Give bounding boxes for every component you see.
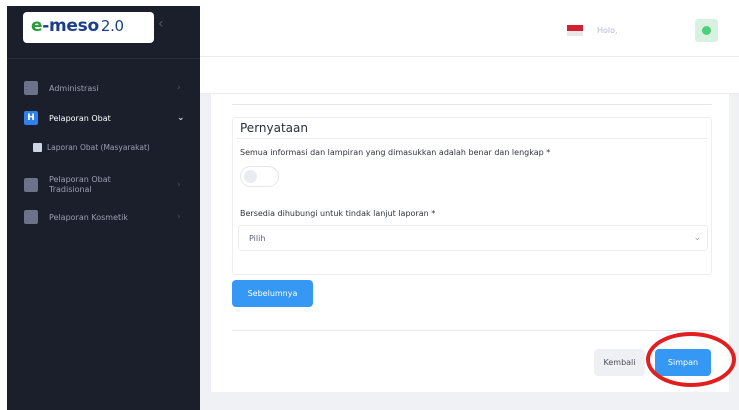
sidebar-item-label: Pelaporan Obat bbox=[49, 113, 111, 123]
chevron-right-icon: › bbox=[177, 180, 181, 190]
sidebar-item-label: Pelaporan Kosmetik bbox=[49, 212, 128, 222]
top-bar bbox=[200, 6, 739, 56]
indonesia-flag-icon[interactable] bbox=[567, 25, 583, 36]
logo-version: 2.0 bbox=[100, 17, 124, 35]
folder-icon bbox=[24, 81, 38, 95]
logo[interactable]: e-meso 2.0 bbox=[23, 12, 154, 43]
cosmetic-icon bbox=[24, 210, 38, 224]
sidebar-item-label-line1: Pelaporan Obat bbox=[49, 175, 111, 184]
sidebar-item-label: Administrasi bbox=[49, 83, 99, 93]
card-top-divider bbox=[232, 104, 712, 105]
statement-toggle[interactable] bbox=[240, 166, 279, 187]
highlight-circle bbox=[646, 332, 736, 387]
select-value: Pilih bbox=[249, 234, 266, 243]
chevron-down-icon: ⌄ bbox=[693, 233, 701, 243]
avatar[interactable] bbox=[695, 19, 718, 42]
contact-select[interactable]: Pilih ⌄ bbox=[238, 225, 708, 251]
statement-panel bbox=[232, 117, 712, 275]
chevron-right-icon: › bbox=[177, 212, 181, 222]
sidebar-item-administrasi[interactable]: Administrasi › bbox=[7, 75, 200, 101]
sidebar-divider bbox=[7, 58, 200, 59]
previous-button[interactable]: Sebelumnya bbox=[232, 280, 313, 307]
logo-name: -meso bbox=[42, 16, 99, 36]
collapse-sidebar-icon[interactable]: ‹ bbox=[158, 16, 164, 32]
page-header-band bbox=[200, 56, 739, 94]
toggle-knob bbox=[244, 170, 257, 183]
sidebar-subitem-laporan-obat[interactable]: Laporan Obat (Masyarakat) bbox=[7, 134, 200, 160]
chevron-right-icon: › bbox=[177, 83, 181, 93]
document-icon bbox=[33, 142, 42, 152]
logo-e: e bbox=[31, 16, 43, 36]
section-title: Pernyataan bbox=[240, 121, 308, 135]
sidebar-item-pelaporan-obat-tradisional[interactable]: Pelaporan Obat Tradisional › bbox=[7, 170, 200, 200]
section-divider bbox=[236, 138, 708, 139]
sidebar-item-pelaporan-kosmetik[interactable]: Pelaporan Kosmetik › bbox=[7, 204, 200, 230]
greeting-text: Holo, bbox=[597, 26, 618, 35]
statement-label: Semua informasi dan lampiran yang dimasu… bbox=[240, 148, 551, 157]
chevron-down-icon: ⌄ bbox=[177, 113, 185, 123]
herbal-icon bbox=[24, 178, 38, 192]
contact-label: Bersedia dihubungi untuk tindak lanjut l… bbox=[240, 209, 436, 218]
h-square-icon: H bbox=[24, 111, 38, 125]
sidebar-item-label: Laporan Obat (Masyarakat) bbox=[47, 142, 150, 152]
status-dot-icon bbox=[702, 26, 711, 35]
sidebar-item-pelaporan-obat[interactable]: H Pelaporan Obat ⌄ bbox=[7, 105, 200, 131]
card-footer-divider bbox=[232, 330, 712, 331]
back-button[interactable]: Kembali bbox=[594, 349, 645, 376]
sidebar-item-label-line2: Tradisional bbox=[49, 185, 92, 194]
